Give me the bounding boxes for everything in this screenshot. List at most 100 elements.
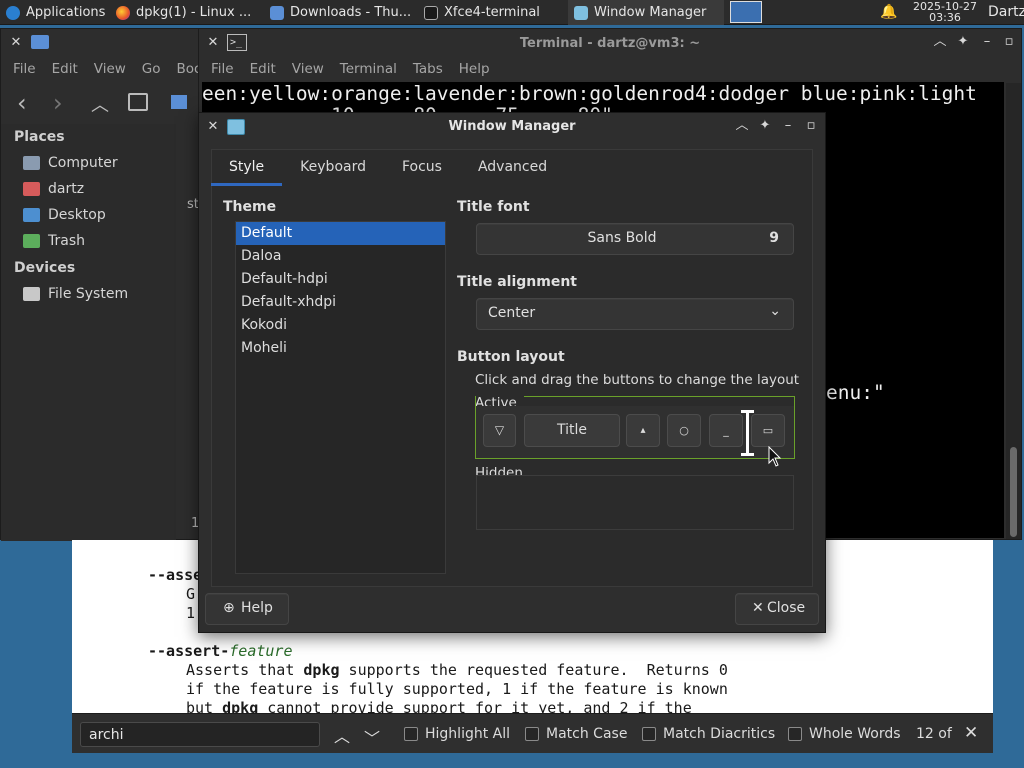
find-previous-icon[interactable]: ︿	[334, 723, 350, 747]
button-layout-hint: Click and drag the buttons to change the…	[475, 372, 800, 388]
checkbox-box	[788, 727, 802, 741]
shade-icon[interactable]: ︿	[933, 35, 947, 49]
menu-file[interactable]: File	[203, 61, 242, 77]
terminal-scrollbar[interactable]	[1006, 83, 1021, 539]
menu-view[interactable]: View	[86, 61, 134, 77]
close-icon: ✕	[752, 600, 764, 616]
find-input[interactable]	[80, 722, 320, 747]
theme-item-default[interactable]: Default	[236, 222, 445, 245]
task-firefox[interactable]: dpkg(1) - Linux ...	[110, 0, 262, 25]
menu-tabs[interactable]: Tabs	[405, 61, 451, 77]
sidebar: Places Computer dartz Desktop Trash Devi…	[1, 124, 176, 541]
user-menu[interactable]: Dartz	[988, 4, 1024, 20]
close-label: Close	[767, 600, 806, 616]
option-fragment: --asse	[148, 566, 203, 584]
menu-go[interactable]: Go	[134, 61, 169, 77]
tab-focus[interactable]: Focus	[384, 150, 460, 186]
theme-item-moheli[interactable]: Moheli	[236, 337, 445, 360]
menu-file[interactable]: File	[5, 61, 44, 77]
font-size: 9	[769, 230, 779, 246]
back-icon[interactable]: ‹	[17, 91, 27, 115]
menu-terminal[interactable]: Terminal	[332, 61, 405, 77]
alignment-value: Center	[488, 305, 536, 321]
man-text: Asserts that	[186, 661, 304, 679]
task-terminal[interactable]: Xfce4-terminal	[418, 0, 566, 25]
workspace-switcher[interactable]	[730, 1, 762, 23]
sidebar-item-trash[interactable]: Trash	[23, 233, 85, 249]
insertion-cursor-cap	[741, 410, 754, 413]
menu-view[interactable]: View	[284, 61, 332, 77]
terminal-menubar: File Edit View Terminal Tabs Help	[199, 56, 1021, 82]
match-case-checkbox[interactable]: Match Case	[525, 726, 627, 742]
maximize-button-icon[interactable]: ▭	[751, 414, 785, 447]
shade-button-icon[interactable]: ▴	[626, 414, 660, 447]
layout-title-button[interactable]: Title	[524, 414, 620, 447]
applications-menu[interactable]: Applications ☰	[0, 0, 108, 25]
forward-icon[interactable]: ›	[53, 91, 63, 115]
active-buttons-area[interactable]: ▽ Title ▴ ○ _ ▭	[476, 406, 794, 458]
close-find-icon[interactable]: ✕	[964, 723, 978, 743]
terminal-line: een:yellow:orange:lavender:brown:goldenr…	[202, 82, 977, 105]
insertion-cursor-cap	[741, 453, 754, 456]
menu-edit[interactable]: Edit	[242, 61, 284, 77]
top-panel: Applications ☰ dpkg(1) - Linux ... Downl…	[0, 0, 1024, 25]
font-name: Sans Bold	[587, 230, 657, 246]
location-folder-icon[interactable]	[171, 95, 187, 109]
clock[interactable]: 2025-10-27 03:36	[900, 1, 990, 23]
up-icon[interactable]: ︿	[91, 91, 109, 117]
xfce-logo-icon	[6, 5, 20, 20]
highlight-all-checkbox[interactable]: Highlight All	[404, 726, 510, 742]
text-fragment: 1	[186, 604, 196, 622]
find-next-icon[interactable]: ﹀	[364, 725, 380, 749]
tab-keyboard[interactable]: Keyboard	[282, 150, 384, 186]
theme-item-kokodi[interactable]: Kokodi	[236, 314, 445, 337]
title-alignment-select[interactable]: Center ⌄	[476, 298, 794, 330]
sidebar-item-computer[interactable]: Computer	[23, 155, 118, 171]
sidebar-item-label: dartz	[48, 181, 85, 197]
tab-advanced[interactable]: Advanced	[460, 150, 565, 186]
computer-icon	[23, 156, 40, 170]
menu-edit[interactable]: Edit	[44, 61, 86, 77]
whole-words-checkbox[interactable]: Whole Words	[788, 726, 901, 742]
hidden-buttons-area[interactable]	[476, 475, 794, 530]
menu-help[interactable]: Help	[451, 61, 498, 77]
close-icon[interactable]: ✕	[9, 36, 23, 50]
sidebar-item-label: Trash	[48, 233, 85, 249]
minimize-button-icon[interactable]: _	[709, 414, 743, 447]
title-font-label: Title font	[457, 199, 530, 215]
drive-icon	[23, 287, 40, 301]
shade-icon[interactable]: ︿	[735, 119, 749, 133]
match-diacritics-checkbox[interactable]: Match Diacritics	[642, 726, 775, 742]
sidebar-item-label: File System	[48, 286, 129, 302]
notification-bell-icon[interactable]: 🔔	[880, 4, 898, 20]
theme-item-default-hdpi[interactable]: Default-hdpi	[236, 268, 445, 291]
task-thunar[interactable]: Downloads - Thu...	[264, 0, 416, 25]
maximize-icon[interactable]: ▫	[804, 119, 818, 133]
dialog-titlebar[interactable]: ✕ Window Manager ︿ ✦ – ▫	[199, 113, 825, 141]
stick-icon[interactable]: ✦	[758, 119, 772, 133]
sidebar-item-filesystem[interactable]: File System	[23, 286, 128, 302]
task-window-manager[interactable]: Window Manager	[568, 0, 724, 25]
home-icon[interactable]	[128, 93, 148, 111]
task-label: dpkg(1) - Linux ...	[136, 5, 252, 20]
folder-icon	[31, 35, 49, 49]
match-count: 12 of	[916, 726, 952, 742]
sidebar-item-home[interactable]: dartz	[23, 181, 84, 197]
stick-icon[interactable]: ✦	[956, 35, 970, 49]
theme-item-daloa[interactable]: Daloa	[236, 245, 445, 268]
stick-button-icon[interactable]: ○	[667, 414, 701, 447]
scrollbar-thumb[interactable]	[1010, 447, 1017, 537]
terminal-title: Terminal - dartz@vm3: ~	[519, 36, 701, 51]
close-button[interactable]: ✕ Close	[735, 593, 819, 625]
minimize-icon[interactable]: –	[781, 119, 795, 133]
tab-style[interactable]: Style	[211, 150, 283, 186]
maximize-icon[interactable]: ▫	[1002, 35, 1016, 49]
sidebar-item-desktop[interactable]: Desktop	[23, 207, 106, 223]
minimize-icon[interactable]: –	[980, 35, 994, 49]
theme-list[interactable]: Default Daloa Default-hdpi Default-xhdpi…	[235, 221, 446, 574]
title-font-button[interactable]: Sans Bold 9	[476, 223, 794, 255]
help-button[interactable]: ⊕ Help	[205, 593, 289, 625]
theme-item-default-xhdpi[interactable]: Default-xhdpi	[236, 291, 445, 314]
clock-time: 03:36	[929, 11, 961, 24]
menu-button-icon[interactable]: ▽	[483, 414, 516, 447]
